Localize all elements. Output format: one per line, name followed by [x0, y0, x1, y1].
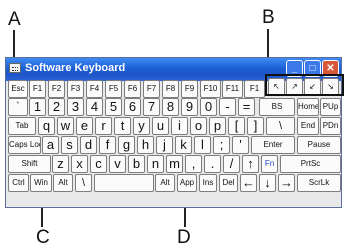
key-g[interactable]: g	[118, 136, 135, 154]
key-scrolllock[interactable]: ScrLk	[297, 174, 341, 192]
key-backslash[interactable]: \	[266, 117, 295, 135]
key-period[interactable]: .	[204, 155, 221, 173]
key-a[interactable]: a	[42, 136, 59, 154]
key-printscreen[interactable]: PrtSc	[280, 155, 341, 173]
key-9[interactable]: 9	[181, 98, 198, 116]
callout-label-a: A	[8, 9, 21, 30]
callout-label-b: B	[262, 7, 275, 28]
key-shift[interactable]: Shift	[8, 155, 51, 173]
key-p[interactable]: p	[209, 117, 226, 135]
arrow-right-icon[interactable]: →	[278, 174, 295, 192]
key-right-bracket[interactable]: ]	[247, 117, 264, 135]
key-space[interactable]	[94, 174, 154, 192]
key-f6[interactable]: F6	[124, 80, 141, 98]
callout-label-c: C	[36, 227, 50, 248]
key-esc[interactable]: Esc	[8, 80, 28, 98]
key-equals[interactable]: =	[238, 98, 255, 116]
key-fn[interactable]: Fn	[261, 155, 278, 173]
key-s[interactable]: s	[61, 136, 78, 154]
key-app[interactable]: App	[177, 174, 197, 192]
key-f11[interactable]: F11	[222, 80, 243, 98]
key-u[interactable]: u	[152, 117, 169, 135]
key-minus[interactable]: -	[219, 98, 236, 116]
key-f8[interactable]: F8	[162, 80, 179, 98]
key-f12[interactable]: F1	[244, 80, 265, 98]
key-k[interactable]: k	[175, 136, 192, 154]
key-capslock[interactable]: Caps Lock	[8, 136, 41, 154]
key-5[interactable]: 5	[105, 98, 122, 116]
arrow-down-icon[interactable]: ↓	[259, 174, 276, 192]
key-b[interactable]: b	[128, 155, 145, 173]
key-h[interactable]: h	[137, 136, 154, 154]
key-f[interactable]: f	[99, 136, 116, 154]
key-f2[interactable]: F2	[48, 80, 65, 98]
key-pagedown[interactable]: PDn	[320, 117, 341, 135]
key-pageup[interactable]: PUp	[320, 98, 341, 116]
key-ctrl[interactable]: Ctrl	[8, 174, 29, 192]
key-comma[interactable]: ,	[185, 155, 202, 173]
key-c[interactable]: c	[90, 155, 107, 173]
key-z[interactable]: z	[52, 155, 69, 173]
key-2[interactable]: 2	[48, 98, 65, 116]
key-f7[interactable]: F7	[143, 80, 160, 98]
key-i[interactable]: i	[171, 117, 188, 135]
key-backtick[interactable]: `	[8, 98, 28, 116]
key-1[interactable]: 1	[29, 98, 46, 116]
key-o[interactable]: o	[190, 117, 207, 135]
key-left-bracket[interactable]: [	[228, 117, 245, 135]
key-tab[interactable]: Tab	[8, 117, 36, 135]
key-4[interactable]: 4	[86, 98, 103, 116]
key-3[interactable]: 3	[67, 98, 84, 116]
key-f5[interactable]: F5	[105, 80, 122, 98]
key-y[interactable]: y	[133, 117, 150, 135]
key-f3[interactable]: F3	[67, 80, 84, 98]
arrow-left-icon[interactable]: ←	[240, 174, 257, 192]
callout-label-d: D	[177, 227, 191, 248]
position-buttons-highlight	[265, 74, 344, 96]
key-8[interactable]: 8	[162, 98, 179, 116]
key-v[interactable]: v	[109, 155, 126, 173]
key-delete[interactable]: Del	[219, 174, 238, 192]
key-0[interactable]: 0	[200, 98, 217, 116]
key-d[interactable]: d	[80, 136, 97, 154]
key-m[interactable]: m	[166, 155, 183, 173]
key-home[interactable]: Home	[297, 98, 319, 116]
key-e[interactable]: e	[76, 117, 93, 135]
key-enter[interactable]: Enter	[251, 136, 295, 154]
key-f10[interactable]: F10	[200, 80, 221, 98]
key-win[interactable]: Win	[30, 174, 52, 192]
key-semicolon[interactable]: ;	[213, 136, 230, 154]
key-alt-right[interactable]: Alt	[155, 174, 175, 192]
key-f4[interactable]: F4	[86, 80, 103, 98]
arrow-up-icon[interactable]: ↑	[242, 155, 259, 173]
keyboard-app-icon	[9, 63, 21, 73]
key-x[interactable]: x	[71, 155, 88, 173]
key-l[interactable]: l	[194, 136, 211, 154]
key-7[interactable]: 7	[143, 98, 160, 116]
key-r[interactable]: r	[95, 117, 112, 135]
key-pause[interactable]: Pause	[297, 136, 341, 154]
key-backspace[interactable]: BS	[259, 98, 295, 116]
key-6[interactable]: 6	[124, 98, 141, 116]
key-backslash-2[interactable]: \	[75, 174, 92, 192]
key-w[interactable]: w	[57, 117, 74, 135]
key-slash[interactable]: /	[223, 155, 240, 173]
key-f1[interactable]: F1	[29, 80, 46, 98]
window-title: Software Keyboard	[25, 62, 126, 74]
key-j[interactable]: j	[156, 136, 173, 154]
key-n[interactable]: n	[147, 155, 164, 173]
key-insert[interactable]: Ins	[199, 174, 217, 192]
key-t[interactable]: t	[114, 117, 131, 135]
key-q[interactable]: q	[38, 117, 55, 135]
key-alt-left[interactable]: Alt	[53, 174, 73, 192]
key-f9[interactable]: F9	[181, 80, 198, 98]
key-end[interactable]: End	[297, 117, 319, 135]
key-quote[interactable]: '	[232, 136, 249, 154]
